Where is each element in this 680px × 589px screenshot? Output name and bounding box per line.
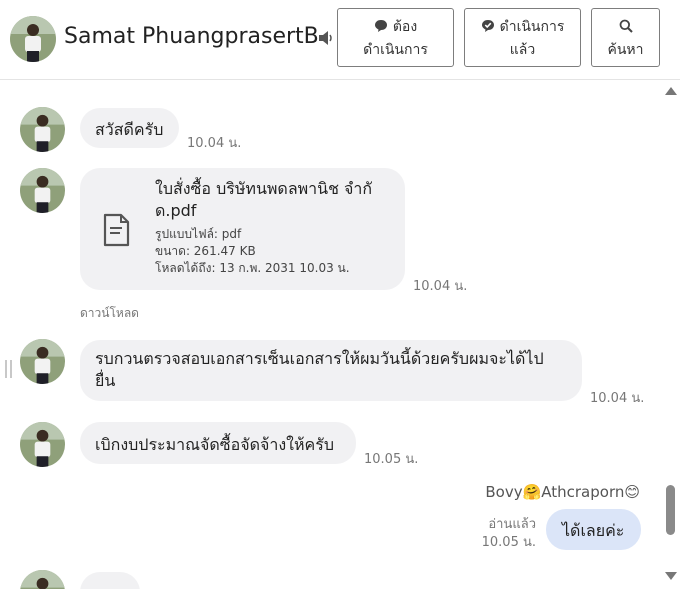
done-action-button[interactable]: ดำเนินการ แล้ว xyxy=(464,8,581,67)
sender-name: Bovy🤗Athcraporn😊 xyxy=(485,483,640,501)
sender-avatar[interactable] xyxy=(20,570,65,589)
file-size: ขนาด: 261.47 KB xyxy=(155,244,256,258)
search-button[interactable]: ค้นหา xyxy=(591,8,660,67)
message-text-line-2: ยื่น xyxy=(95,371,116,390)
drag-handle[interactable] xyxy=(5,360,12,378)
message-time: 10.05 น. xyxy=(364,452,419,467)
chat-bubble-icon xyxy=(374,18,388,32)
message-bubble[interactable]: เบิกงบประมาณจัดซื้อจัดจ้างให้ครับ xyxy=(80,422,356,464)
speaker-icon[interactable] xyxy=(317,30,337,48)
scrollbar-thumb[interactable] xyxy=(666,485,675,535)
message-text: เบิกงบประมาณจัดซื้อจัดจ้างให้ครับ xyxy=(95,435,334,454)
message-time: 10.04 น. xyxy=(590,391,645,406)
file-meta: รูปแบบไฟล์: pdf ขนาด: 261.47 KB โหลดได้ถ… xyxy=(155,226,350,277)
message-bubble[interactable]: รบกวนตรวจสอบเอกสารเซ็นเอกสารให้ผมวันนี้ด… xyxy=(80,340,582,401)
file-expiry: โหลดได้ถึง: 13 ก.พ. 2031 10.03 น. xyxy=(155,261,350,275)
check-bubble-icon xyxy=(481,18,495,32)
document-icon xyxy=(102,213,130,251)
search-label: ค้นหา xyxy=(607,42,644,58)
sender-avatar[interactable] xyxy=(20,168,65,213)
read-label: อ่านแล้ว xyxy=(488,517,536,532)
sender-avatar[interactable] xyxy=(20,339,65,384)
done-action-label-1: ดำเนินการ xyxy=(499,19,565,35)
message-time: 10.04 น. xyxy=(187,136,242,151)
message-text: ได้เลยค่ะ xyxy=(562,521,625,540)
done-action-label-2: แล้ว xyxy=(509,42,536,58)
pending-action-button[interactable]: ต้อง ดำเนินการ xyxy=(337,8,454,67)
message-list[interactable]: สวัสดีครับ 10.04 น. ใบสั่งซื้อ บริษัทนพด… xyxy=(0,80,662,589)
message-bubble[interactable]: สวัสดีครับ xyxy=(80,108,179,148)
contact-name: Samat PhuangprasertB xyxy=(64,24,319,49)
pending-action-label-1: ต้อง xyxy=(392,19,418,35)
scrollbar[interactable] xyxy=(662,80,680,589)
file-type: รูปแบบไฟล์: pdf xyxy=(155,227,242,241)
file-message-bubble[interactable]: ใบสั่งซื้อ บริษัทนพดลพานิช จำกั ด.pdf รู… xyxy=(80,168,405,290)
download-link[interactable]: ดาวน์โหลด xyxy=(80,304,139,323)
read-status: อ่านแล้ว 10.05 น. xyxy=(482,516,536,552)
scroll-down-arrow-icon[interactable] xyxy=(665,572,677,580)
message-time: 10.04 น. xyxy=(413,279,468,294)
message-time: 10.05 น. xyxy=(481,535,536,550)
message-text-line-1: รบกวนตรวจสอบเอกสารเซ็นเอกสารให้ผมวันนี้ด… xyxy=(95,349,544,368)
message-bubble[interactable] xyxy=(80,572,140,589)
chat-header: Samat PhuangprasertB ต้อง ดำเนินการ ดำเน… xyxy=(0,0,680,80)
message-text: สวัสดีครับ xyxy=(95,120,164,139)
contact-avatar[interactable] xyxy=(10,16,56,62)
file-name[interactable]: ใบสั่งซื้อ บริษัทนพดลพานิช จำกั ด.pdf xyxy=(155,178,372,222)
sender-avatar[interactable] xyxy=(20,107,65,152)
sender-avatar[interactable] xyxy=(20,422,65,467)
scroll-up-arrow-icon[interactable] xyxy=(665,87,677,95)
pending-action-label-2: ดำเนินการ xyxy=(363,42,428,58)
search-icon xyxy=(619,18,633,33)
outgoing-message-bubble[interactable]: ได้เลยค่ะ xyxy=(546,509,641,550)
